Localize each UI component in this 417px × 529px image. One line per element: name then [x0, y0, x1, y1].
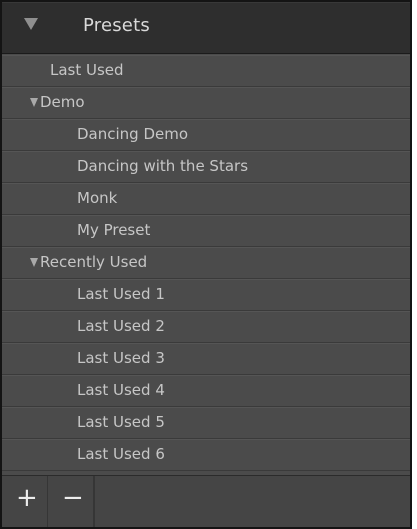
minus-icon: − — [62, 483, 84, 513]
preset-item-label: Dancing with the Stars — [77, 157, 249, 175]
preset-item-label: My Preset — [77, 221, 151, 239]
preset-item-label: Last Used 3 — [77, 349, 165, 367]
preset-item-last-used-2[interactable]: Last Used 2 — [2, 311, 410, 343]
preset-group-demo[interactable]: Demo — [2, 87, 410, 119]
preset-item-last-used-1[interactable]: Last Used 1 — [2, 279, 410, 311]
preset-list: Last Used Demo Dancing Demo Dancing with… — [2, 55, 410, 471]
preset-item-monk[interactable]: Monk — [2, 183, 410, 215]
preset-item-my-preset[interactable]: My Preset — [2, 215, 410, 247]
panel-title: Presets — [83, 15, 150, 36]
preset-item-dancing-demo[interactable]: Dancing Demo — [2, 119, 410, 151]
plus-icon: + — [16, 483, 38, 513]
panel-footer-toolbar: + − — [2, 475, 410, 527]
preset-item-label: Last Used — [50, 61, 124, 79]
preset-item-last-used[interactable]: Last Used — [2, 55, 410, 87]
panel-header[interactable]: Presets — [2, 2, 410, 54]
preset-item-label: Last Used 4 — [77, 381, 165, 399]
preset-item-label: Last Used 1 — [77, 285, 165, 303]
preset-item-last-used-6[interactable]: Last Used 6 — [2, 439, 410, 471]
expand-triangle-icon[interactable] — [30, 258, 38, 267]
preset-item-dancing-with-the-stars[interactable]: Dancing with the Stars — [2, 151, 410, 183]
add-preset-button[interactable]: + — [2, 476, 48, 527]
preset-item-label: Last Used 5 — [77, 413, 165, 431]
remove-preset-button[interactable]: − — [48, 476, 94, 527]
presets-panel: Presets Last Used Demo Dancing Demo Danc… — [0, 0, 412, 529]
preset-item-label: Dancing Demo — [77, 125, 189, 143]
preset-group-label: Recently Used — [40, 253, 148, 271]
preset-item-last-used-4[interactable]: Last Used 4 — [2, 375, 410, 407]
preset-item-label: Last Used 6 — [77, 445, 165, 463]
preset-group-recently-used[interactable]: Recently Used — [2, 247, 410, 279]
expand-triangle-icon[interactable] — [30, 98, 38, 107]
toolbar-divider — [94, 476, 95, 527]
preset-item-last-used-3[interactable]: Last Used 3 — [2, 343, 410, 375]
preset-item-label: Last Used 2 — [77, 317, 165, 335]
preset-item-last-used-5[interactable]: Last Used 5 — [2, 407, 410, 439]
preset-item-label: Monk — [77, 189, 118, 207]
preset-group-label: Demo — [40, 93, 85, 111]
collapse-triangle-icon[interactable] — [24, 18, 38, 30]
